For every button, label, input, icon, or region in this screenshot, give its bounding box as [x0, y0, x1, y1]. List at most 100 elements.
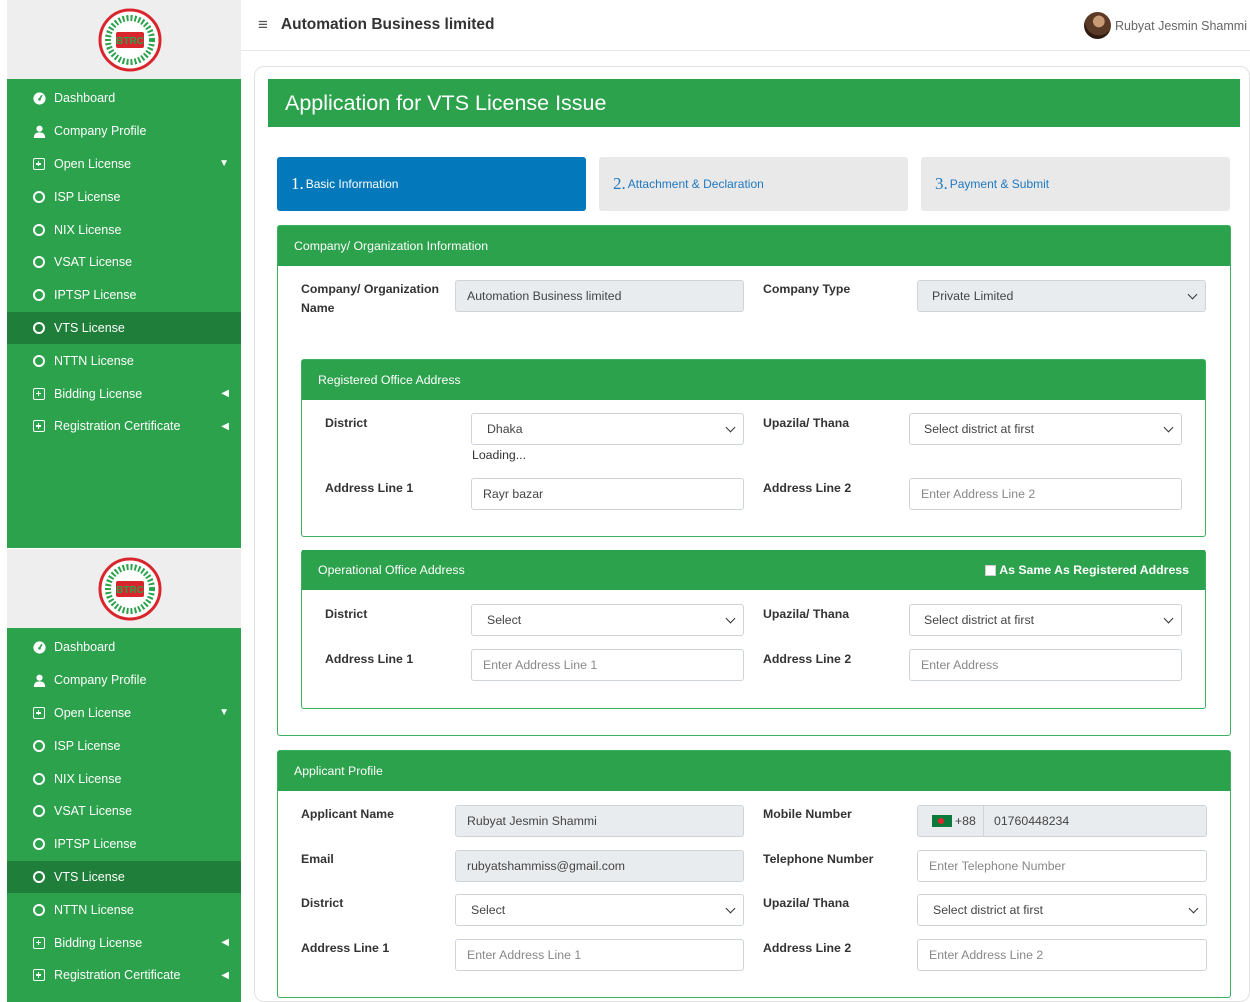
circle-icon	[31, 189, 47, 205]
applicant-name-label: Applicant Name	[301, 807, 394, 821]
circle-icon	[31, 771, 47, 787]
checkbox[interactable]	[985, 564, 997, 576]
svg-text:BTRC: BTRC	[116, 585, 144, 596]
sidebar-item-label: Registration Certificate	[54, 419, 181, 434]
plus-square-icon	[31, 705, 47, 721]
country-code-selector[interactable]: +88	[918, 806, 984, 836]
sidebar-item-label: Dashboard	[54, 640, 116, 655]
sidebar-item-iptsp-license[interactable]: IPTSP License	[7, 828, 241, 861]
sidebar-item-dashboard[interactable]: Dashboard	[7, 631, 241, 664]
company-name-field[interactable]: Automation Business limited	[455, 280, 744, 312]
registered-upazila-select[interactable]: Select district at first	[909, 413, 1182, 445]
applicant-name-field[interactable]: Rubyat Jesmin Shammi	[455, 805, 744, 837]
sidebar-item-nix-license[interactable]: NIX License	[7, 213, 241, 246]
bangladesh-flag-icon	[932, 815, 952, 827]
operational-address1-label: Address Line 1	[325, 652, 414, 666]
sidebar-item-vts-license[interactable]: VTS License	[7, 860, 241, 894]
chevron-down-icon	[725, 422, 736, 433]
applicant-address1-input[interactable]: Enter Address Line 1	[455, 939, 744, 971]
registered-address2-input[interactable]: Enter Address Line 2	[909, 478, 1182, 510]
plus-square-icon	[31, 935, 47, 951]
sidebar-item-open-license[interactable]: Open License ▼	[7, 697, 241, 730]
step-label: Payment & Submit	[949, 177, 1050, 191]
sidebar-item-nttn-license[interactable]: NTTN License	[7, 893, 241, 926]
operational-district-select[interactable]: Select	[471, 604, 744, 636]
step-label: Attachment & Declaration	[627, 177, 764, 191]
company-type-select[interactable]: Private Limited	[917, 280, 1206, 312]
sidebar-item-label: Company Profile	[54, 124, 147, 139]
chevron-down-icon	[1163, 613, 1174, 624]
same-as-registered-checkbox[interactable]: As Same As Registered Address	[985, 563, 1189, 577]
circle-icon	[31, 222, 47, 238]
user-menu[interactable]: Rubyat Jesmin Shammi	[1084, 12, 1247, 39]
operational-address1-input[interactable]: Enter Address Line 1	[471, 649, 744, 681]
registered-address1-input[interactable]: Rayr bazar	[471, 478, 744, 510]
field-placeholder: Enter Telephone Number	[929, 859, 1066, 873]
email-label: Email	[301, 852, 334, 866]
avatar[interactable]	[1084, 12, 1111, 39]
step-payment-submit[interactable]: 3. Payment & Submit	[921, 157, 1230, 211]
sidebar-item-bidding-license[interactable]: Bidding License ◀	[7, 926, 241, 959]
field-placeholder: Enter Address Line 2	[929, 948, 1044, 962]
sidebar-item-registration-certificate[interactable]: Registration Certificate ◀	[7, 410, 241, 443]
sidebar-item-iptsp-license[interactable]: IPTSP License	[7, 279, 241, 312]
page-title: Application for VTS License Issue	[268, 79, 1240, 127]
chevron-left-icon: ◀	[221, 969, 229, 981]
sidebar-item-bidding-license[interactable]: Bidding License ◀	[7, 377, 241, 410]
registered-district-select[interactable]: Dhaka	[471, 413, 744, 445]
applicant-upazila-label: Upazila/ Thana	[763, 896, 850, 910]
sidebar-item-nttn-license[interactable]: NTTN License	[7, 344, 241, 377]
btrc-logo[interactable]: BTRC	[98, 557, 162, 621]
hamburger-icon[interactable]: ≡	[258, 15, 268, 35]
sidebar-item-label: NIX License	[54, 771, 122, 786]
sidebar-item-company-profile[interactable]: Company Profile	[7, 115, 241, 148]
sidebar-item-label: IPTSP License	[54, 837, 137, 852]
sidebar-item-vsat-license[interactable]: VSAT License	[7, 246, 241, 279]
sidebar-item-isp-license[interactable]: ISP License	[7, 180, 241, 213]
sidebar-item-isp-license[interactable]: ISP License	[7, 729, 241, 762]
circle-icon	[31, 320, 47, 336]
sidebar-item-dashboard[interactable]: Dashboard	[7, 82, 241, 115]
step-label: Basic Information	[305, 177, 399, 191]
chevron-down-icon	[725, 903, 736, 914]
checkbox-label[interactable]: As Same As Registered Address	[999, 563, 1189, 577]
sidebar-item-open-license[interactable]: Open License ▼	[7, 148, 241, 181]
dashboard-icon	[31, 90, 47, 106]
sidebar-item-label: VTS License	[54, 869, 125, 884]
svg-text:BTRC: BTRC	[116, 36, 144, 47]
logo-area: BTRC	[7, 0, 241, 79]
sidebar-item-nix-license[interactable]: NIX License	[7, 762, 241, 795]
circle-icon	[31, 738, 47, 754]
sidebar-item-vts-license[interactable]: VTS License	[7, 311, 241, 345]
plus-square-icon	[31, 386, 47, 402]
sidebar-item-registration-certificate[interactable]: Registration Certificate ◀	[7, 959, 241, 992]
operational-district-label: District	[325, 607, 368, 621]
operational-address2-input[interactable]: Enter Address	[909, 649, 1182, 681]
circle-icon	[31, 287, 47, 303]
user-icon	[31, 123, 47, 139]
field-placeholder: Enter Address Line 1	[467, 948, 582, 962]
chevron-left-icon: ◀	[221, 388, 229, 400]
sidebar-item-company-profile[interactable]: Company Profile	[7, 664, 241, 697]
applicant-address2-input[interactable]: Enter Address Line 2	[917, 939, 1207, 971]
step-basic-information[interactable]: 1. Basic Information	[277, 157, 586, 211]
email-field[interactable]: rubyatshammiss@gmail.com	[455, 850, 744, 882]
sidebar-item-label: IPTSP License	[54, 288, 137, 303]
telephone-number-input[interactable]: Enter Telephone Number	[917, 850, 1207, 882]
sidebar-item-label: Open License	[54, 705, 132, 720]
step-attachment-declaration[interactable]: 2. Attachment & Declaration	[599, 157, 908, 211]
applicant-upazila-select[interactable]: Select district at first	[917, 894, 1207, 926]
field-value: Rubyat Jesmin Shammi	[467, 814, 597, 828]
applicant-district-select[interactable]: Select	[455, 894, 744, 926]
operational-upazila-select[interactable]: Select district at first	[909, 604, 1182, 636]
telephone-number-label: Telephone Number	[763, 852, 874, 866]
btrc-logo[interactable]: BTRC	[98, 8, 162, 72]
field-value: Automation Business limited	[467, 289, 622, 303]
mobile-number-field[interactable]: +88 01760448234	[917, 805, 1207, 837]
sidebar-item-vsat-license[interactable]: VSAT License	[7, 795, 241, 828]
panel-header: Registered Office Address	[302, 360, 1205, 400]
field-value: Dhaka	[487, 422, 523, 436]
chevron-left-icon: ◀	[221, 937, 229, 949]
chevron-down-icon	[1187, 289, 1198, 300]
user-name[interactable]: Rubyat Jesmin Shammi	[1115, 19, 1247, 33]
